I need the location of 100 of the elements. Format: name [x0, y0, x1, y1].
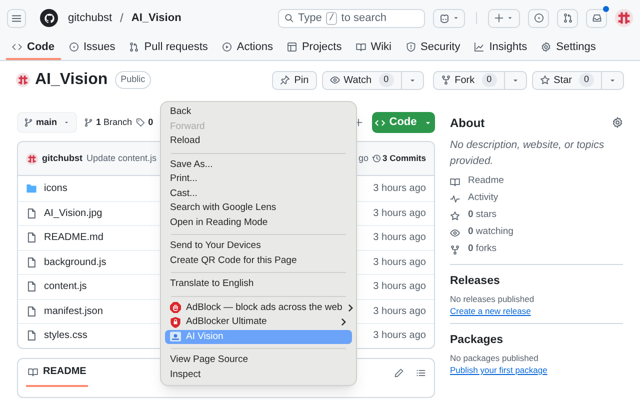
- menu-item[interactable]: Print...: [165, 172, 352, 186]
- create-link[interactable]: Publish your first package: [450, 364, 548, 376]
- settings-button[interactable]: [612, 117, 623, 128]
- issues-button[interactable]: [528, 8, 549, 28]
- updated-time: 3 hours ago: [373, 329, 426, 344]
- menu-item[interactable]: Cast...: [165, 186, 352, 201]
- branch-selector[interactable]: main: [17, 112, 78, 133]
- file-link[interactable]: AI_Vision.jpg: [44, 206, 102, 221]
- nav-tab[interactable]: Insights: [468, 36, 534, 60]
- avatar: [26, 152, 38, 164]
- fork-icon: [440, 75, 451, 85]
- gear-icon: [612, 117, 623, 128]
- repo-description: No description, website, or topics provided.: [450, 138, 606, 169]
- menu-item[interactable]: Create QR Code for this Page: [165, 254, 352, 268]
- file-icon: [26, 256, 37, 268]
- section-heading: Releases: [450, 274, 500, 288]
- updated-time: 3 hours ago: [373, 304, 426, 319]
- tags-link[interactable]: 0: [136, 116, 154, 130]
- visibility-badge: Public: [114, 71, 152, 89]
- shortcut-key: /: [326, 12, 338, 24]
- book-icon: [450, 176, 460, 186]
- menu-item[interactable]: Reload: [165, 134, 352, 148]
- updated-time: 3 hours ago: [373, 182, 426, 196]
- file-link[interactable]: background.js: [44, 254, 106, 270]
- pull-request-icon: [562, 13, 572, 23]
- issue-icon: [534, 13, 544, 23]
- graph-icon: [474, 42, 484, 52]
- stop-hand-icon: [170, 302, 181, 314]
- about-link[interactable]: 0 stars: [450, 207, 623, 224]
- shield-icon: [170, 316, 181, 328]
- repo-title: AI_Vision: [35, 70, 108, 90]
- file-link[interactable]: styles.css: [44, 328, 88, 344]
- file-icon: [26, 281, 37, 292]
- updated-time: 3 hours ago: [373, 231, 426, 246]
- menu-item[interactable]: Back: [165, 105, 352, 120]
- inbox-button[interactable]: [586, 8, 607, 28]
- empty-note: No packages published: [450, 352, 538, 364]
- about-link[interactable]: Activity: [450, 190, 623, 207]
- menu-item[interactable]: Inspect: [165, 368, 352, 382]
- readme-tab[interactable]: README: [26, 358, 88, 386]
- play-icon: [222, 42, 232, 52]
- menu-item[interactable]: Translate to English: [165, 277, 352, 292]
- copilot-button[interactable]: [433, 8, 465, 28]
- nav-tab[interactable]: Issues: [62, 36, 122, 60]
- menu-button[interactable]: [7, 8, 26, 28]
- repo-link[interactable]: AI_Vision: [131, 10, 182, 26]
- about-link[interactable]: 0 forks: [450, 241, 623, 258]
- code-button[interactable]: Code: [372, 112, 435, 133]
- search-field[interactable]: Type / to search: [278, 8, 425, 28]
- create-button[interactable]: [488, 8, 520, 28]
- menu-item[interactable]: Save As...: [165, 158, 352, 172]
- shield-icon: [406, 42, 416, 52]
- issue-icon: [68, 42, 78, 52]
- menu-item[interactable]: Send to Your Devices: [165, 239, 352, 254]
- updated-time: 3 hours ago: [373, 280, 426, 294]
- nav-tab[interactable]: Actions: [216, 36, 279, 60]
- file-link[interactable]: content.js: [44, 279, 87, 294]
- branches-link[interactable]: 1 Branch: [84, 116, 132, 130]
- action-button[interactable]: Pin: [273, 72, 316, 88]
- nav-tab[interactable]: Projects: [280, 36, 348, 60]
- about-link[interactable]: Readme: [450, 173, 623, 190]
- file-link[interactable]: README.md: [44, 230, 104, 246]
- about-link[interactable]: 0 watching: [450, 224, 623, 241]
- gear-icon: [541, 42, 552, 52]
- plus-icon: [494, 13, 504, 23]
- branch-icon: [24, 118, 33, 127]
- section-heading: Packages: [450, 333, 504, 347]
- count-badge: 0: [482, 73, 497, 87]
- file-link[interactable]: manifest.json: [44, 304, 103, 319]
- count-badge: 0: [378, 73, 394, 87]
- menu-item[interactable]: AdBlock — block ads across the web: [165, 300, 352, 315]
- pin-icon: [280, 75, 290, 85]
- plus-icon: [354, 118, 363, 127]
- nav-tab[interactable]: Security: [400, 36, 466, 60]
- owner-link[interactable]: gitchubst: [68, 10, 112, 26]
- nav-tab[interactable]: Settings: [535, 36, 602, 60]
- eye-icon: [450, 228, 460, 238]
- outline-button[interactable]: [416, 368, 426, 378]
- menu-item[interactable]: Search with Google Lens: [165, 201, 352, 216]
- search-hint: to search: [341, 10, 387, 26]
- menu-item[interactable]: View Page Source: [165, 353, 352, 368]
- search-hint: Type: [298, 10, 322, 26]
- nav-tab[interactable]: Wiki: [350, 36, 398, 60]
- folder-icon: [26, 182, 37, 194]
- file-link[interactable]: icons: [44, 180, 68, 196]
- caret-icon: [63, 119, 70, 126]
- book-icon: [356, 42, 366, 52]
- table-icon: [286, 42, 297, 52]
- commit-message: Update content.js: [86, 152, 157, 165]
- logo-icon[interactable]: [40, 9, 58, 27]
- avatar: [615, 9, 633, 27]
- nav-tab[interactable]: Pull requests: [123, 36, 214, 60]
- nav-tab[interactable]: Code: [6, 36, 60, 60]
- edit-button[interactable]: [394, 368, 404, 378]
- create-link[interactable]: Create a new release: [450, 305, 531, 317]
- section-heading: About: [450, 114, 485, 132]
- commits-link[interactable]: 3 Commits: [372, 152, 426, 165]
- pull-requests-button[interactable]: [557, 8, 578, 28]
- menu-item[interactable]: Open in Reading Mode: [165, 216, 352, 230]
- menu-item[interactable]: AdBlocker Ultimate: [165, 315, 352, 330]
